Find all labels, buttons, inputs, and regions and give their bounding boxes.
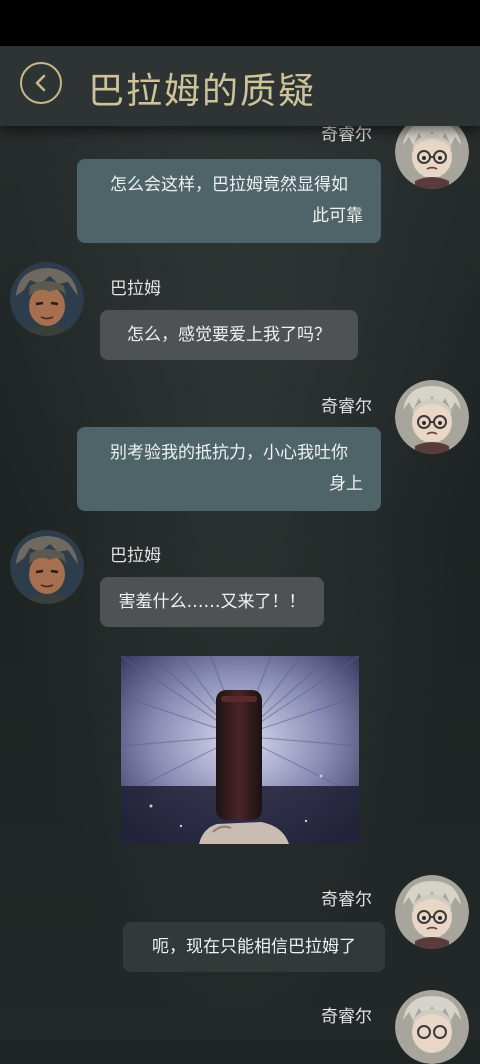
message-bubble[interactable]: 害羞什么……又来了！！ xyxy=(100,577,324,627)
message-bubble[interactable]: 怎么，感觉要爱上我了吗？ xyxy=(100,310,358,360)
sender-name: 奇睿尔 xyxy=(321,397,372,417)
message-text-line: 怎么会这样，巴拉姆竟然显得如 xyxy=(110,175,348,195)
qiruier-avatar-icon xyxy=(395,380,469,454)
qiruier-avatar-icon xyxy=(395,115,469,189)
qiruier-avatar-icon xyxy=(395,875,469,949)
message-text-line: 此可靠 xyxy=(312,206,363,226)
sender-name: 奇睿尔 xyxy=(321,890,372,910)
chat-list[interactable]: 奇睿尔 怎么会这样，巴拉姆竟然显得如 此可靠 巴拉姆 怎么，感觉要爱上我了吗？ … xyxy=(0,0,480,1064)
avatar-balamu[interactable] xyxy=(10,262,84,336)
chevron-left-icon xyxy=(35,74,46,92)
gun-barrel-image[interactable] xyxy=(121,656,359,844)
message-text-line: 别考验我的抵抗力，小心我吐你 xyxy=(110,443,348,463)
message-bubble[interactable]: 呃，现在只能相信巴拉姆了 xyxy=(123,922,385,972)
avatar-qiruier[interactable] xyxy=(395,380,469,454)
message-bubble[interactable]: 别考验我的抵抗力，小心我吐你 身上 xyxy=(77,427,381,511)
sender-name: 巴拉姆 xyxy=(110,279,161,299)
balamu-avatar-icon xyxy=(10,262,84,336)
back-button[interactable] xyxy=(20,62,62,104)
message-text-line: 身上 xyxy=(329,474,363,494)
avatar-qiruier[interactable] xyxy=(395,875,469,949)
avatar-qiruier[interactable] xyxy=(395,115,469,189)
page-title: 巴拉姆的质疑 xyxy=(88,71,317,112)
app-header: 巴拉姆的质疑 xyxy=(0,46,480,126)
message-bubble[interactable]: 怎么会这样，巴拉姆竟然显得如 此可靠 xyxy=(77,159,381,243)
balamu-avatar-icon xyxy=(10,530,84,604)
avatar-qiruier[interactable] xyxy=(395,990,469,1064)
gun-barrel-illustration xyxy=(121,656,359,844)
sender-name: 巴拉姆 xyxy=(110,546,161,566)
avatar-balamu[interactable] xyxy=(10,530,84,604)
qiruier-avatar-icon xyxy=(395,990,469,1064)
sender-name: 奇睿尔 xyxy=(321,1007,372,1027)
